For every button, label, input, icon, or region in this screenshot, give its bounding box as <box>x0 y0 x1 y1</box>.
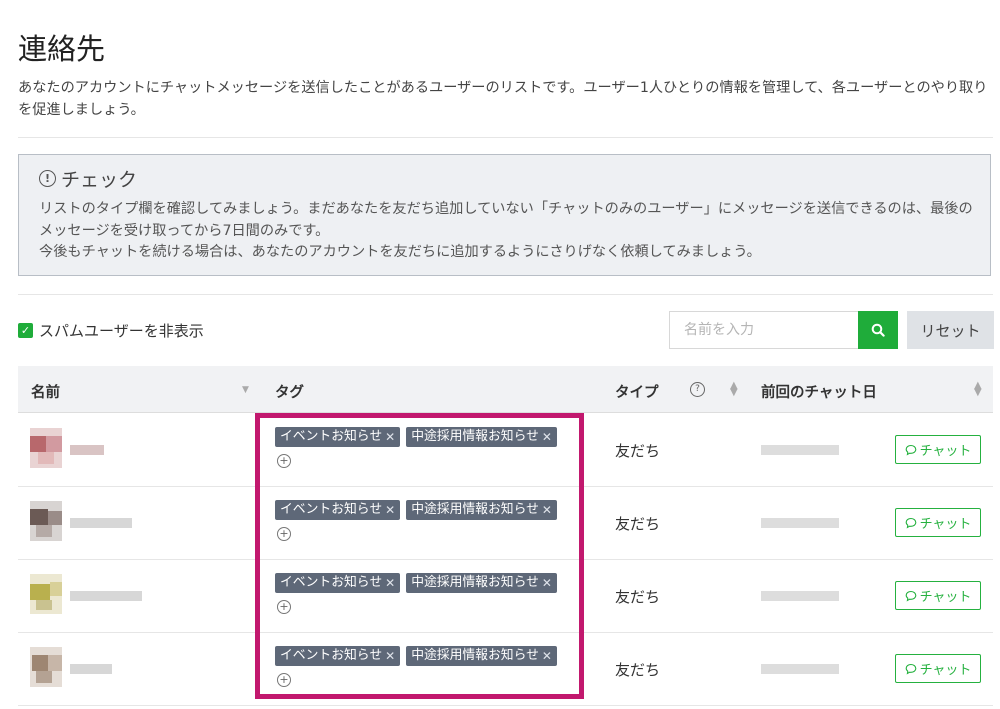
table-row: イベントお知らせ ✕ 中途採用情報お知らせ ✕ + 友だち チャット <box>18 487 993 560</box>
hide-spam-label: スパムユーザーを非表示 <box>39 322 204 340</box>
tag-chip: 中途採用情報お知らせ ✕ <box>406 646 557 666</box>
tag-chip: 中途採用情報お知らせ ✕ <box>406 500 557 520</box>
notice-line: 今後もチャットを続ける場合は、あなたのアカウントを友だちに追加するようにさりげな… <box>39 244 761 260</box>
remove-tag-icon[interactable]: ✕ <box>542 646 552 666</box>
column-header-type[interactable]: タイプ <box>615 381 659 402</box>
search-input[interactable] <box>669 311 858 349</box>
chat-button[interactable]: チャット <box>895 508 981 537</box>
table-header: 名前 ▼ タグ タイプ ? ▲ ▼ 前回のチャット日 ▲ ▼ <box>18 366 993 413</box>
notice-box: ! チェック リストのタイプ欄を確認してみましょう。まだあなたを友だち追加してい… <box>18 154 991 276</box>
sort-desc-icon[interactable]: ▼ <box>242 386 249 395</box>
speech-bubble-icon <box>905 444 916 456</box>
tag-chip: 中途採用情報お知らせ ✕ <box>406 573 557 593</box>
speech-bubble-icon <box>905 590 916 602</box>
tag-chip: イベントお知らせ ✕ <box>275 427 401 447</box>
add-tag-icon[interactable]: + <box>277 527 291 541</box>
help-icon[interactable]: ? <box>690 382 705 397</box>
avatar <box>30 501 62 541</box>
user-type: 友だち <box>615 588 661 606</box>
column-header-name[interactable]: 名前 <box>31 381 60 402</box>
chat-button[interactable]: チャット <box>895 435 981 464</box>
add-tag-icon[interactable]: + <box>277 454 291 468</box>
column-header-last-chat[interactable]: 前回のチャット日 <box>761 381 877 402</box>
notice-title: チェック <box>61 169 138 191</box>
table-row: イベントお知らせ ✕ 中途採用情報お知らせ ✕ + 友だち チャット <box>18 414 993 487</box>
search-button[interactable] <box>858 311 898 349</box>
last-chat-date-redacted <box>761 518 839 528</box>
tag-chip: イベントお知らせ ✕ <box>275 500 401 520</box>
name-redacted <box>70 591 142 601</box>
user-type: 友だち <box>615 515 661 533</box>
tag-chip: 中途採用情報お知らせ ✕ <box>406 427 557 447</box>
last-chat-date-redacted <box>761 591 839 601</box>
divider <box>18 294 993 295</box>
remove-tag-icon[interactable]: ✕ <box>385 646 395 666</box>
user-type: 友だち <box>615 442 661 460</box>
info-circle-icon: ! <box>39 170 56 187</box>
hide-spam-toggle[interactable]: ✓ スパムユーザーを非表示 <box>18 320 204 341</box>
name-redacted <box>70 445 104 455</box>
column-header-tag: タグ <box>275 385 304 401</box>
hide-spam-checkbox[interactable]: ✓ <box>18 323 33 338</box>
chat-button[interactable]: チャット <box>895 654 981 683</box>
last-chat-date-redacted <box>761 445 839 455</box>
notice-header: ! チェック <box>39 165 137 192</box>
page-description: あなたのアカウントにチャットメッセージを送信したことがあるユーザーのリストです。… <box>18 80 988 118</box>
speech-bubble-icon <box>905 517 916 529</box>
remove-tag-icon[interactable]: ✕ <box>385 427 395 447</box>
tag-chip: イベントお知らせ ✕ <box>275 646 401 666</box>
name-redacted <box>70 664 112 674</box>
sort-icon[interactable]: ▲ ▼ <box>974 381 982 398</box>
name-redacted <box>70 518 132 528</box>
remove-tag-icon[interactable]: ✕ <box>542 573 552 593</box>
last-chat-date-redacted <box>761 664 839 674</box>
notice-line: リストのタイプ欄を確認してみましょう。まだあなたを友だち追加していない「チャット… <box>39 201 973 239</box>
remove-tag-icon[interactable]: ✕ <box>385 500 395 520</box>
remove-tag-icon[interactable]: ✕ <box>542 500 552 520</box>
avatar <box>30 647 62 687</box>
add-tag-icon[interactable]: + <box>277 600 291 614</box>
remove-tag-icon[interactable]: ✕ <box>542 427 552 447</box>
user-type: 友だち <box>615 661 661 679</box>
search-icon <box>871 323 885 337</box>
sort-icon[interactable]: ▲ ▼ <box>730 381 738 398</box>
reset-button[interactable]: リセット <box>907 311 994 349</box>
table-row: イベントお知らせ ✕ 中途採用情報お知らせ ✕ + 友だち チャット <box>18 560 993 633</box>
add-tag-icon[interactable]: + <box>277 673 291 687</box>
divider <box>18 137 993 138</box>
avatar <box>30 428 62 468</box>
tag-chip: イベントお知らせ ✕ <box>275 573 401 593</box>
notice-body: リストのタイプ欄を確認してみましょう。まだあなたを友だち追加していない「チャット… <box>39 199 974 264</box>
remove-tag-icon[interactable]: ✕ <box>385 573 395 593</box>
avatar <box>30 574 62 614</box>
speech-bubble-icon <box>905 663 916 675</box>
table-row: イベントお知らせ ✕ 中途採用情報お知らせ ✕ + 友だち チャット <box>18 633 993 706</box>
chat-button[interactable]: チャット <box>895 581 981 610</box>
page-title: 連絡先 <box>18 32 106 66</box>
